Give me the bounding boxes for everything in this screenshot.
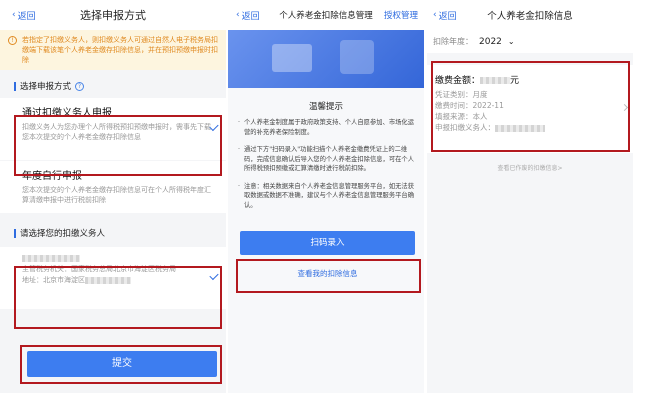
view-voided-link[interactable]: 查看已作废的扣缴信息>: [427, 163, 633, 172]
chevron-left-icon: ‹: [236, 10, 240, 20]
declare-method-screen: ‹ 返回 选择申报方式 ! 若指定了扣缴义务人，则扣缴义务人可通过自然人电子税务局…: [0, 0, 226, 393]
tip-item: 注意：相关数据来自个人养老金信息管理服务平台，如无法获取数据或数据不准确，建议与…: [238, 182, 414, 211]
year-selector[interactable]: 扣除年度： 2022 ⌄: [427, 30, 633, 53]
section-title-agent: 请选择您的扣缴义务人: [0, 213, 226, 245]
document-icon: [340, 40, 374, 74]
tip-item: 个人养老金制度属于政府政策支持、个人自愿参加、市场化运营的补充养老保险制度。: [238, 118, 414, 137]
chevron-left-icon: ‹: [12, 10, 16, 20]
card-icon: [272, 44, 312, 72]
section-title-method: 选择申报方式 ?: [0, 70, 226, 98]
highlight-box: [14, 115, 222, 176]
highlight-box: [20, 345, 222, 384]
tip-item: 通过下方"扫码录入"功能扫描个人养老金缴费凭证上的二维码，完成信息确认后导入您的…: [238, 145, 414, 174]
highlight-box: [236, 259, 421, 293]
highlight-box: [14, 266, 222, 329]
scan-entry-button[interactable]: 扫码录入: [240, 231, 415, 255]
nav-bar: ‹ 返回 个人养老金扣除信息: [427, 0, 633, 30]
notice-banner: ! 若指定了扣缴义务人，则扣缴义务人可通过自然人电子税务局扣缴端下载该笔个人养老…: [0, 30, 226, 70]
agent-name: [22, 253, 216, 264]
back-button[interactable]: ‹ 返回: [433, 9, 457, 22]
tip-title: 温馨提示: [308, 102, 343, 112]
deduction-info-screen: ‹ 返回 个人养老金扣除信息 扣除年度： 2022 ⌄ 缴费金额：元 凭证类别：月…: [427, 0, 633, 393]
highlight-box: [431, 61, 630, 152]
tip-list: 个人养老金制度属于政府政策支持、个人自愿参加、市场化运营的补充养老保险制度。 通…: [228, 118, 424, 210]
authorization-link[interactable]: 授权管理: [384, 9, 418, 21]
chevron-left-icon: ‹: [433, 10, 437, 20]
deduction-management-screen: ‹返回 个人养老金扣除信息管理 授权管理 温馨提示 个人养老金制度属于政府政策支…: [228, 0, 424, 393]
chevron-down-icon: ⌄: [507, 37, 515, 46]
nav-bar: ‹ 返回 个人养老金扣除信息管理 授权管理: [228, 0, 424, 30]
page-title: 个人养老金扣除信息: [487, 11, 573, 22]
back-button[interactable]: ‹ 返回: [12, 9, 36, 22]
back-button[interactable]: ‹ 返回: [236, 9, 260, 22]
nav-bar: ‹ 返回 选择申报方式: [0, 0, 226, 30]
banner-image: [228, 30, 424, 88]
info-icon: !: [8, 36, 17, 45]
help-icon[interactable]: ?: [75, 81, 85, 91]
